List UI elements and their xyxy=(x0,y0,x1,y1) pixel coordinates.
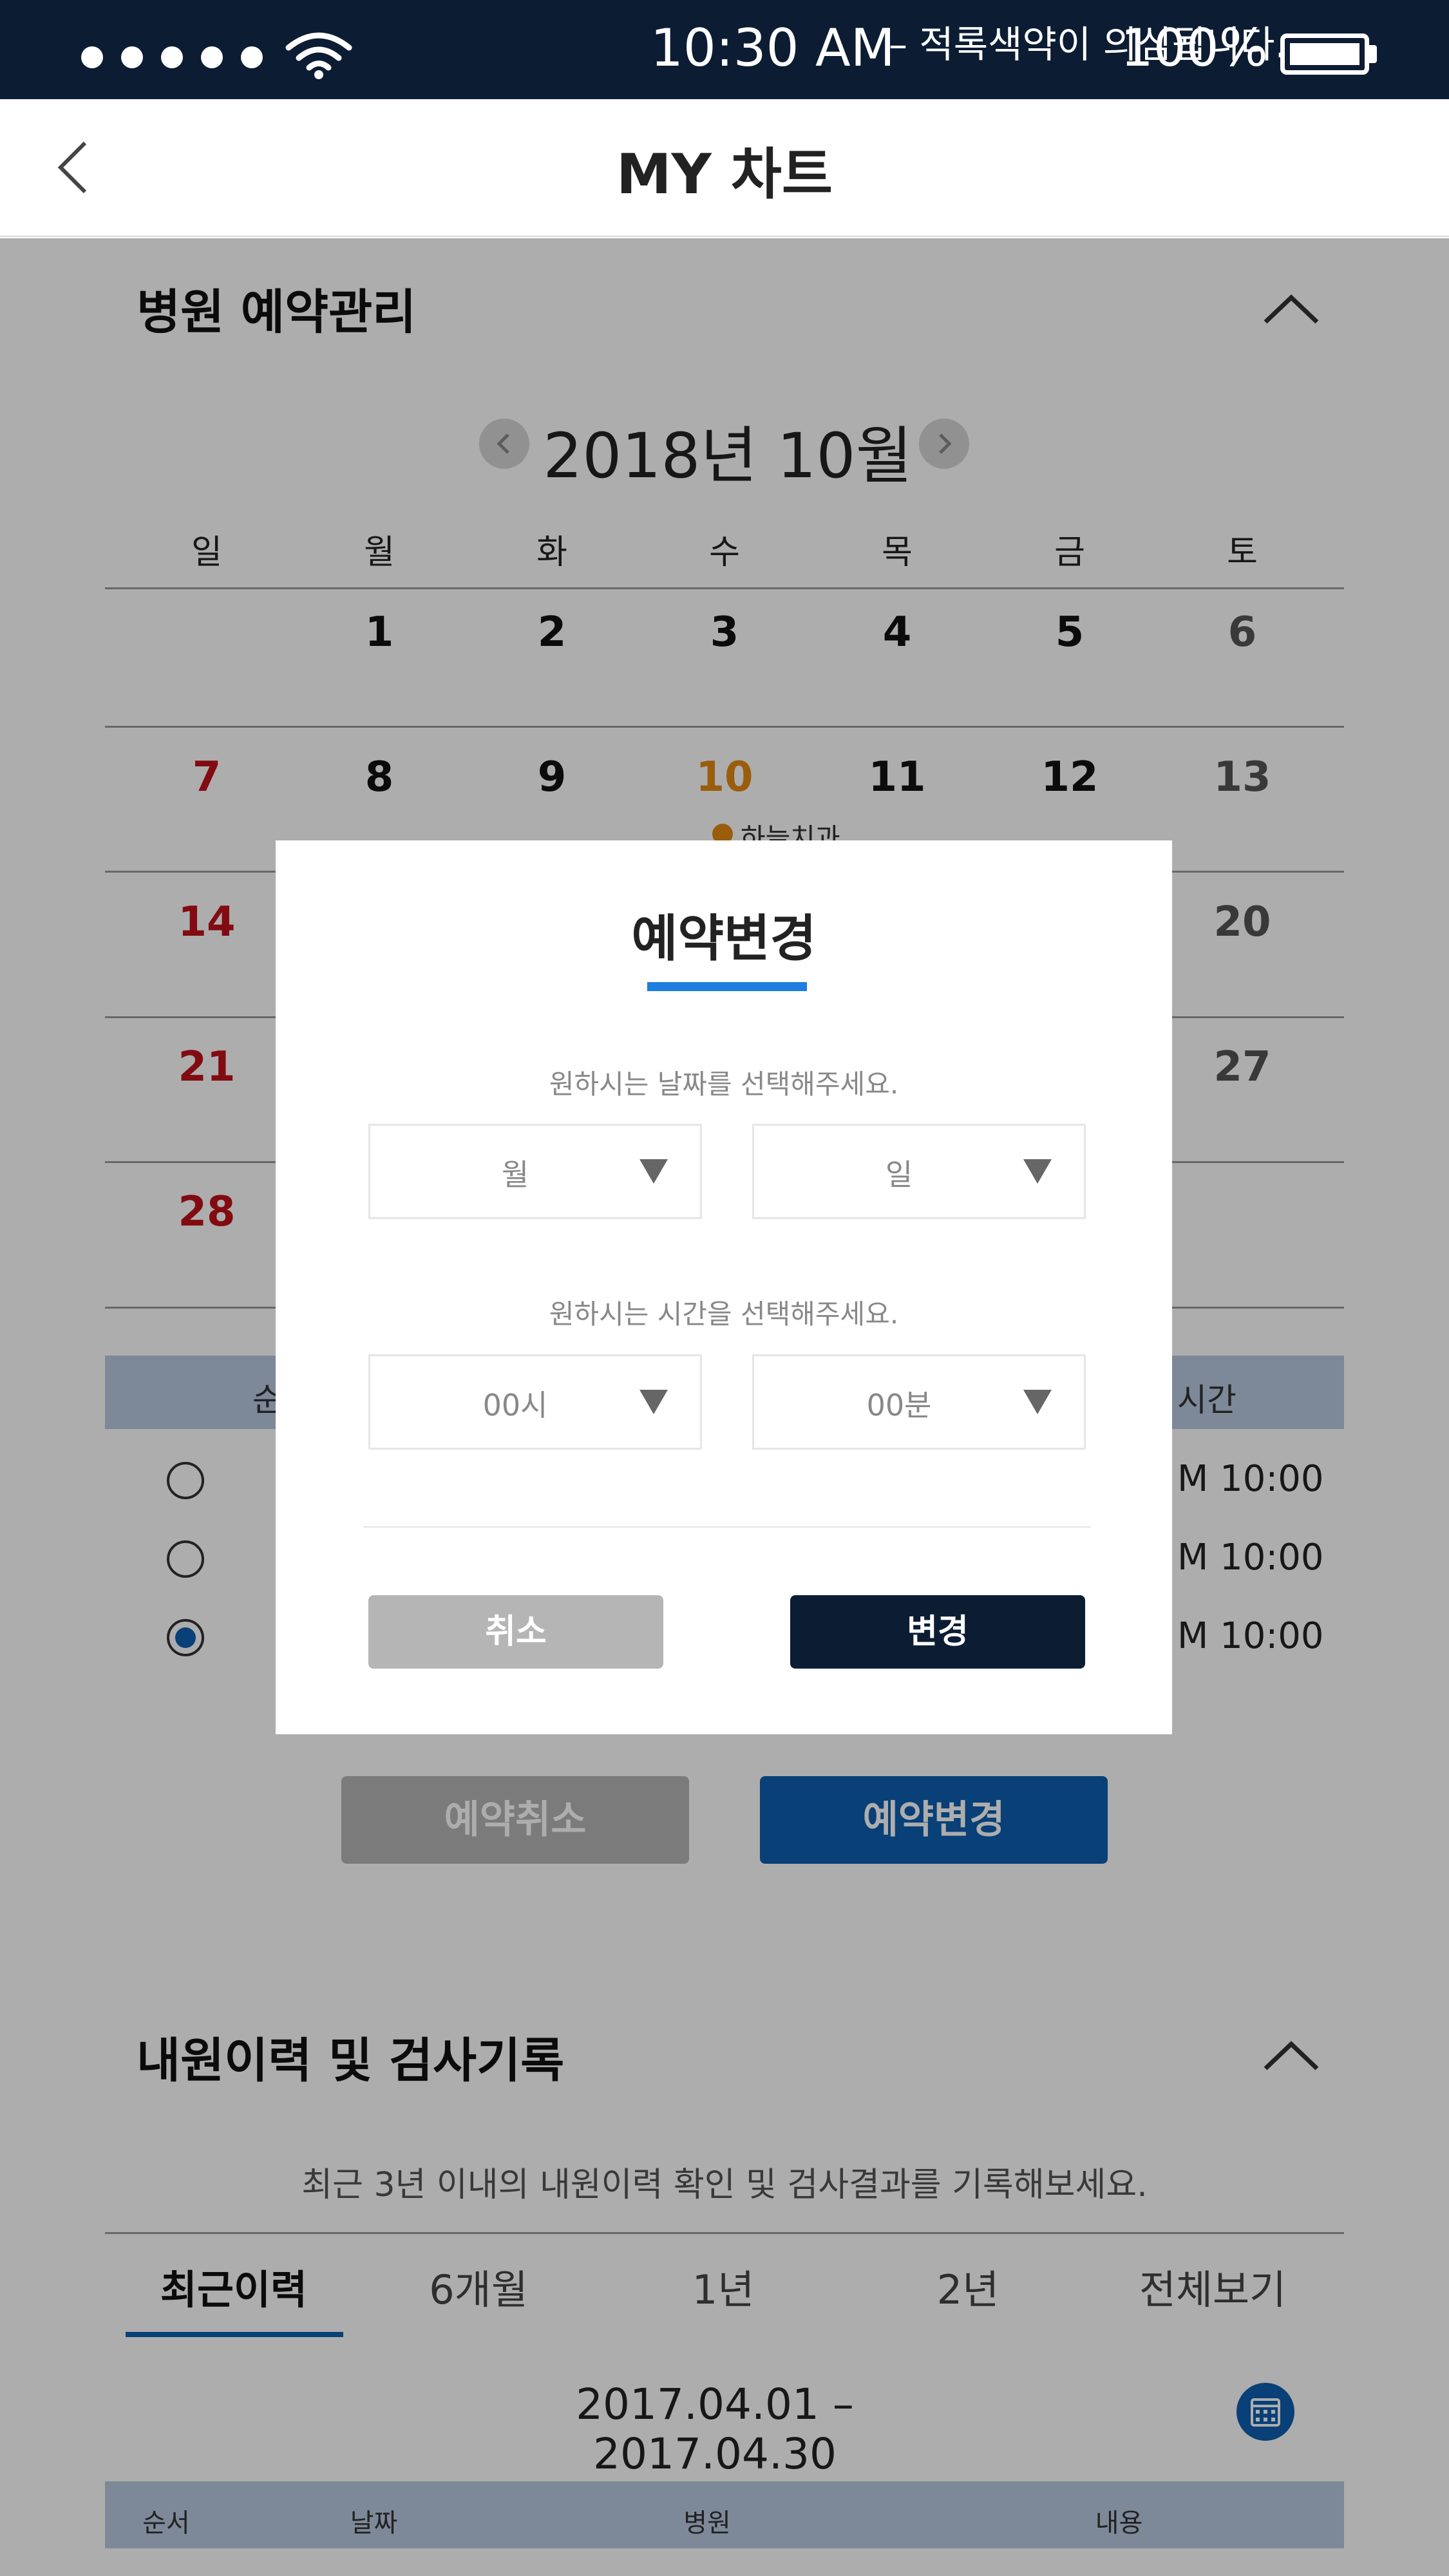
dialog-title-underline xyxy=(647,982,807,991)
dialog-divider xyxy=(363,1526,1091,1528)
day-select-value: 일 xyxy=(885,1157,913,1192)
caret-down-icon xyxy=(1023,1159,1052,1184)
month-select[interactable]: 월 xyxy=(368,1124,702,1219)
minute-select[interactable]: 00분 xyxy=(752,1354,1086,1450)
caret-down-icon xyxy=(1023,1390,1052,1414)
signal-dot xyxy=(121,46,143,68)
battery-tip xyxy=(1369,45,1377,63)
dialog-confirm-button[interactable]: 변경 xyxy=(790,1595,1085,1669)
day-select[interactable]: 일 xyxy=(752,1124,1086,1219)
hour-select[interactable]: 00시 xyxy=(368,1354,702,1450)
page-title: MY 차트 xyxy=(616,142,833,207)
hour-select-value: 00시 xyxy=(482,1388,548,1423)
minute-select-value: 00분 xyxy=(866,1388,932,1423)
battery-icon xyxy=(1280,33,1369,75)
dialog-cancel-button[interactable]: 취소 xyxy=(368,1595,663,1669)
signal-dot xyxy=(81,46,103,68)
time-hint-text: 원하시는 시간을 선택해주세요. xyxy=(549,1298,899,1330)
caret-down-icon xyxy=(639,1159,668,1184)
date-hint-text: 원하시는 날짜를 선택해주세요. xyxy=(549,1068,899,1100)
signal-dot xyxy=(201,46,223,68)
wifi-icon xyxy=(285,32,352,79)
battery-percent: 100% xyxy=(1121,18,1268,78)
signal-dot xyxy=(241,46,263,68)
status-time: 10:30 AM xyxy=(650,18,895,78)
month-select-value: 월 xyxy=(501,1157,529,1192)
caret-down-icon xyxy=(639,1390,668,1414)
dialog-title: 예약변경 xyxy=(631,910,817,968)
signal-dot xyxy=(161,46,183,68)
